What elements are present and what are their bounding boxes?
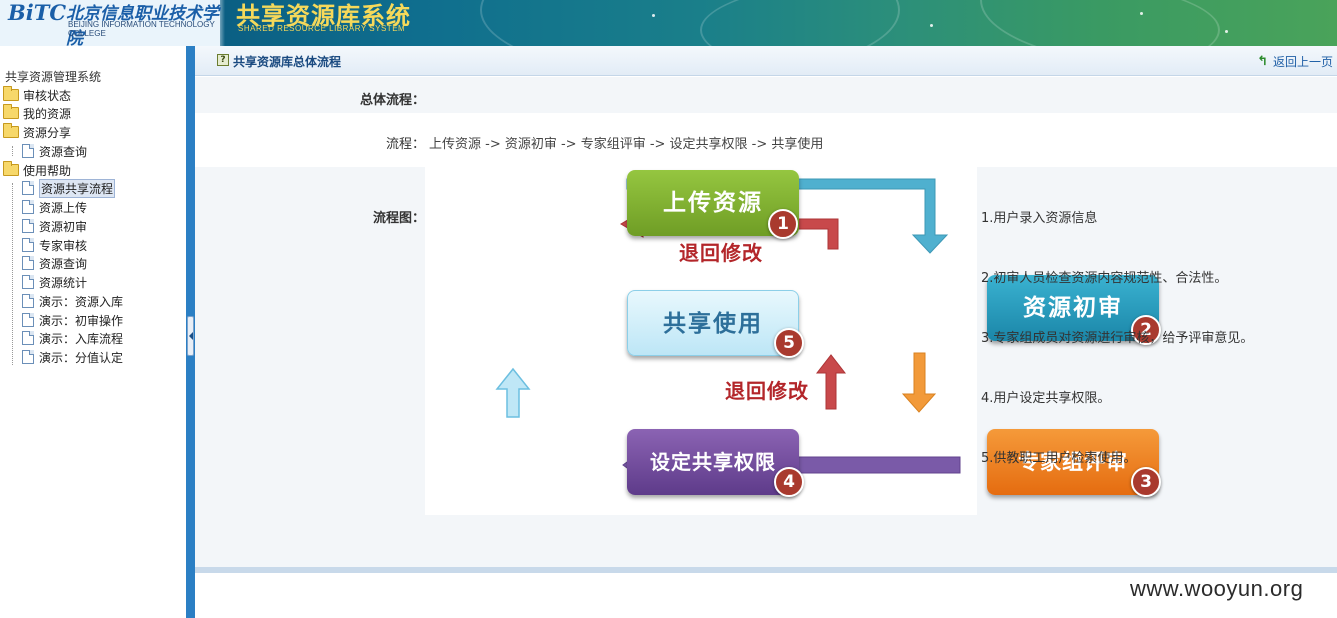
content-table: 总体流程： 流程： 上传资源 -> 资源初审 -> 专家组评审 -> 设定共享权…	[195, 77, 1337, 567]
document-icon	[22, 144, 34, 158]
college-name-en: BEIJING INFORMATION TECHNOLOGY COLLEGE	[68, 20, 215, 38]
document-icon	[22, 219, 34, 233]
main-panel: ? 共享资源库总体流程 ↰ 返回上一页 总体流程： 流程： 上传资源 -> 资源…	[195, 46, 1337, 618]
sidebar-item-label: 演示：资源入库	[39, 294, 124, 309]
sidebar-item-demo-ingest-flow[interactable]: 演示：入库流程	[22, 329, 123, 347]
back-link[interactable]: ↰ 返回上一页	[1257, 53, 1333, 70]
sidebar-splitter[interactable]	[186, 46, 195, 618]
sidebar-item-label: 演示：入库流程	[39, 331, 124, 346]
app-header: BiTC 北京信息职业技术学院 BEIJING INFORMATION TECH…	[0, 0, 1337, 46]
sidebar-folder-review-status[interactable]: 审核状态	[3, 86, 71, 104]
document-icon	[22, 181, 34, 195]
sidebar-folder-label: 资源分享	[23, 125, 72, 140]
page-title: 共享资源库总体流程	[233, 55, 342, 69]
tree-root-label: 共享资源管理系统	[5, 70, 102, 84]
tree-connector	[12, 146, 13, 156]
sidebar-item-label: 演示：分值认定	[39, 350, 124, 365]
sidebar-folder-label: 审核状态	[23, 88, 72, 103]
document-icon	[22, 275, 34, 289]
step-description-1: 1.用户录入资源信息	[981, 211, 1098, 226]
folder-icon	[3, 86, 19, 101]
step-description-4: 4.用户设定共享权限。	[981, 391, 1111, 406]
sidebar-folder-help[interactable]: 使用帮助	[3, 161, 71, 179]
diagram-label: 流程图：	[372, 211, 425, 226]
sidebar-item-resource-query-2[interactable]: 资源查询	[22, 254, 87, 272]
sidebar-item-demo-ingest[interactable]: 演示：资源入库	[22, 292, 123, 310]
arrow-return-to-review	[815, 354, 847, 410]
overall-flow-row: 总体流程：	[195, 79, 1337, 113]
process-text: 上传资源 -> 资源初审 -> 专家组评审 -> 设定共享权限 -> 共享使用	[429, 137, 824, 152]
back-link-label: 返回上一页	[1272, 55, 1333, 69]
box-set-permission: 设定共享权限	[627, 429, 799, 495]
sidebar-tree: 共享资源管理系统 审核状态 我的资源 资源分享 资源查询 使用帮助 资源共享流程…	[0, 46, 186, 618]
help-icon: ?	[217, 54, 229, 66]
college-logo: BiTC	[8, 0, 67, 25]
sidebar-item-label: 资源统计	[39, 275, 88, 290]
sidebar-folder-label: 我的资源	[23, 106, 72, 121]
flow-diagram: 上传资源 1 退回修改 资源初审 2 共享使用 5 退回修改 设定共享权限 4	[425, 167, 1161, 515]
header-decoration	[980, 0, 1337, 46]
collapse-sidebar-handle[interactable]	[187, 316, 194, 356]
sidebar-item-label: 演示：初审操作	[39, 313, 124, 328]
box-share-use: 共享使用	[627, 290, 799, 356]
header-sparkle	[1225, 30, 1228, 33]
document-icon	[22, 331, 34, 345]
document-icon	[22, 238, 34, 252]
sidebar-folder-my-resources[interactable]: 我的资源	[3, 104, 71, 122]
panel-bottom-border	[195, 567, 1337, 573]
sidebar-item-demo-score[interactable]: 演示：分值认定	[22, 348, 123, 366]
sidebar-item-label: 资源共享流程	[39, 178, 116, 198]
document-icon	[22, 313, 34, 327]
sidebar-folder-label: 使用帮助	[23, 163, 72, 178]
sidebar-item-label: 资源查询	[39, 256, 88, 271]
arrow-review-to-expert	[901, 352, 937, 413]
sidebar-item-label: 专家审核	[39, 238, 88, 253]
step-badge-4: 4	[774, 467, 804, 497]
step-badge-1: 1	[768, 209, 798, 239]
back-arrow-icon: ↰	[1257, 54, 1268, 69]
folder-open-icon	[3, 161, 19, 176]
header-sparkle	[1140, 12, 1143, 15]
return-label-1: 退回修改	[679, 241, 763, 265]
header-sparkle	[930, 24, 933, 27]
box-label: 设定共享权限	[650, 450, 776, 474]
sidebar-folder-resource-share[interactable]: 资源分享	[3, 123, 71, 141]
sidebar-item-initial-review[interactable]: 资源初审	[22, 217, 87, 235]
document-icon	[22, 200, 34, 214]
document-icon	[22, 294, 34, 308]
step-descriptions: 1.用户录入资源信息 2.初审人员检查资源内容规范性、合法性。 3.专家组成员对…	[981, 167, 1337, 515]
sidebar-item-resource-upload[interactable]: 资源上传	[22, 198, 87, 216]
header-sparkle	[652, 14, 655, 17]
sidebar-item-label: 资源查询	[39, 144, 88, 159]
sidebar-item-resource-query[interactable]: 资源查询	[22, 142, 87, 160]
overall-flow-label: 总体流程：	[359, 93, 425, 108]
step-description-2: 2.初审人员检查资源内容规范性、合法性。	[981, 271, 1228, 286]
panel-titlebar: ? 共享资源库总体流程 ↰ 返回上一页	[195, 46, 1337, 76]
process-label: 流程：	[385, 137, 425, 152]
box-label: 上传资源	[663, 190, 763, 216]
college-logo-area: BiTC 北京信息职业技术学院 BEIJING INFORMATION TECH…	[0, 0, 220, 46]
diagram-row: 流程图： 上传资源 1 退回修改 资源初审 2 共享使用 5 退回修改 设定共享…	[195, 167, 1337, 515]
step-description-3: 3.专家组成员对资源进行审核，给予评审意见。	[981, 331, 1254, 346]
sidebar-item-demo-initial-review[interactable]: 演示：初审操作	[22, 311, 123, 329]
sidebar-item-share-process[interactable]: 资源共享流程	[22, 178, 116, 198]
return-label-2: 退回修改	[725, 379, 809, 403]
sidebar-item-label: 资源上传	[39, 200, 88, 215]
document-icon	[22, 256, 34, 270]
sidebar-item-resource-stats[interactable]: 资源统计	[22, 273, 87, 291]
document-icon	[22, 350, 34, 364]
step-badge-5: 5	[774, 328, 804, 358]
folder-open-icon	[3, 123, 19, 138]
tree-connector	[12, 183, 13, 365]
box-label: 共享使用	[663, 311, 763, 337]
process-row: 流程： 上传资源 -> 资源初审 -> 专家组评审 -> 设定共享权限 -> 共…	[195, 113, 1337, 167]
step-description-5: 5.供教职工用户检索使用。	[981, 451, 1137, 466]
sidebar-item-expert-review[interactable]: 专家审核	[22, 236, 87, 254]
system-subtitle: SHARED RESOURCE LIBRARY SYSTEM	[238, 24, 406, 33]
sidebar-item-label: 资源初审	[39, 219, 88, 234]
arrow-permission-to-share	[495, 367, 531, 418]
watermark: www.wooyun.org	[1130, 576, 1304, 601]
folder-icon	[3, 104, 19, 119]
